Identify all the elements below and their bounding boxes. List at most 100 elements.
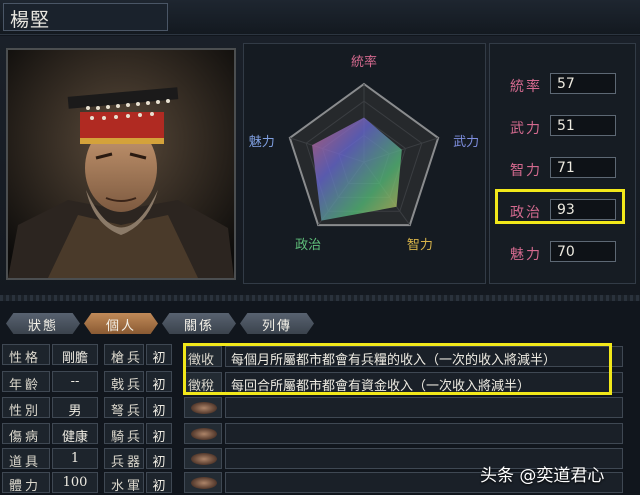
- info-label: 性格: [9, 351, 42, 366]
- troop-value: 初: [152, 378, 166, 393]
- info-label-cell: 性格: [2, 344, 50, 366]
- info-value-cell: 1: [52, 448, 98, 469]
- skill-desc-cell: [225, 397, 623, 418]
- troop-label-cell: 弩兵: [104, 397, 144, 419]
- info-value-cell: 100: [52, 472, 98, 493]
- radar-axis-label: 智力: [407, 238, 433, 253]
- troop-value: 初: [152, 479, 166, 494]
- tab-biography[interactable]: 列傳: [240, 313, 314, 334]
- skill-name-cell: [184, 472, 222, 493]
- stat-label: 武力: [510, 121, 542, 137]
- troop-label-cell: 兵器: [104, 448, 144, 470]
- troop-value-cell: 初: [146, 371, 172, 393]
- stat-value-box: 71: [550, 157, 616, 178]
- character-name-box: 楊堅: [3, 3, 168, 31]
- tab-personal[interactable]: 個人: [84, 313, 158, 334]
- skill-row-empty: [184, 423, 624, 444]
- info-label: 年齡: [9, 378, 42, 393]
- info-value: 1: [70, 451, 80, 466]
- info-label-cell: 體力: [2, 472, 50, 494]
- politics-highlight-box: [495, 189, 625, 224]
- tab-label: 列傳: [261, 319, 292, 334]
- troop-value-cell: 初: [146, 397, 172, 419]
- troop-value-cell: 初: [146, 344, 172, 366]
- info-value: 100: [62, 475, 88, 490]
- info-value-cell: 剛膽: [52, 344, 98, 366]
- stat-row-leadership: 統率 57: [490, 71, 637, 101]
- info-label-cell: 年齡: [2, 371, 50, 393]
- tab-label: 個人: [105, 319, 136, 334]
- stat-label: 統率: [510, 79, 542, 95]
- troop-value-cell: 初: [146, 448, 172, 470]
- troop-label: 槍兵: [111, 351, 144, 366]
- empty-skill-icon: [191, 453, 217, 465]
- troop-value: 初: [152, 404, 166, 419]
- troop-label: 騎兵: [111, 430, 144, 445]
- empty-skill-icon: [191, 477, 217, 489]
- skill-row-empty: [184, 397, 624, 418]
- info-label: 傷病: [9, 430, 42, 445]
- character-portrait: [6, 48, 236, 280]
- info-value-cell: 健康: [52, 423, 98, 445]
- character-name: 楊堅: [10, 9, 51, 31]
- stats-panel: 統率 57 武力 51 智力 71 政治 93 魅力 70: [489, 43, 636, 284]
- info-label-cell: 傷病: [2, 423, 50, 445]
- radar-axis-label: 統率: [351, 54, 377, 70]
- radar-chart: 統率武力智力 政治 魅力: [249, 54, 479, 253]
- skill-desc-cell: [225, 423, 623, 444]
- title-bar: 楊堅: [0, 0, 640, 35]
- radar-chart-panel: 統率武力智力 政治 魅力: [243, 43, 486, 284]
- tab-label: 關係: [183, 319, 214, 334]
- info-value: --: [70, 374, 80, 389]
- troop-value-cell: 初: [146, 423, 172, 445]
- stat-row-charisma: 魅力 70: [490, 239, 637, 269]
- stat-row-intelligence: 智力 71: [490, 155, 637, 185]
- tab-status[interactable]: 狀態: [6, 313, 80, 334]
- info-value-cell: --: [52, 371, 98, 392]
- troop-label-cell: 水軍: [104, 472, 144, 494]
- troop-value-cell: 初: [146, 472, 172, 494]
- troop-label: 弩兵: [111, 404, 144, 419]
- stat-value: 70: [557, 244, 575, 260]
- troop-label: 水軍: [111, 479, 144, 494]
- skills-highlight-box: [183, 343, 612, 395]
- portrait-image: [8, 50, 234, 278]
- info-label: 道具: [9, 455, 42, 470]
- skill-name-cell: [184, 448, 222, 469]
- stat-row-war: 武力 51: [490, 113, 637, 143]
- info-value: 男: [68, 404, 82, 419]
- troop-label-cell: 槍兵: [104, 344, 144, 366]
- info-label-cell: 性別: [2, 397, 50, 419]
- troop-label: 戟兵: [111, 378, 144, 393]
- troop-label-cell: 戟兵: [104, 371, 144, 393]
- info-value-cell: 男: [52, 397, 98, 419]
- troop-label-cell: 騎兵: [104, 423, 144, 445]
- info-label: 體力: [9, 479, 42, 494]
- troop-value: 初: [152, 430, 166, 445]
- troop-value: 初: [152, 455, 166, 470]
- stat-value-box: 57: [550, 73, 616, 94]
- stat-value: 71: [557, 160, 575, 176]
- radar-axis-label: 魅力: [249, 135, 275, 150]
- radar-axis-label: 政治: [295, 238, 321, 253]
- watermark: 头条 @奕道君心: [480, 466, 605, 486]
- panel-divider: [0, 295, 640, 301]
- stat-label: 魅力: [510, 247, 542, 263]
- skill-name-cell: [184, 423, 222, 444]
- skill-name-cell: [184, 397, 222, 418]
- stat-label: 智力: [510, 163, 542, 179]
- troop-value: 初: [152, 351, 166, 366]
- radar-axis-label: 武力: [453, 135, 479, 150]
- stat-value-box: 70: [550, 241, 616, 262]
- tab-relations[interactable]: 關係: [162, 313, 236, 334]
- stat-value: 51: [557, 118, 575, 134]
- troop-label: 兵器: [111, 455, 144, 470]
- info-label-cell: 道具: [2, 448, 50, 470]
- empty-skill-icon: [191, 428, 217, 440]
- info-value: 剛膽: [61, 351, 88, 366]
- info-label: 性別: [9, 404, 42, 419]
- stat-value-box: 51: [550, 115, 616, 136]
- stat-value: 57: [557, 76, 575, 92]
- info-value: 健康: [61, 430, 88, 445]
- empty-skill-icon: [191, 402, 217, 414]
